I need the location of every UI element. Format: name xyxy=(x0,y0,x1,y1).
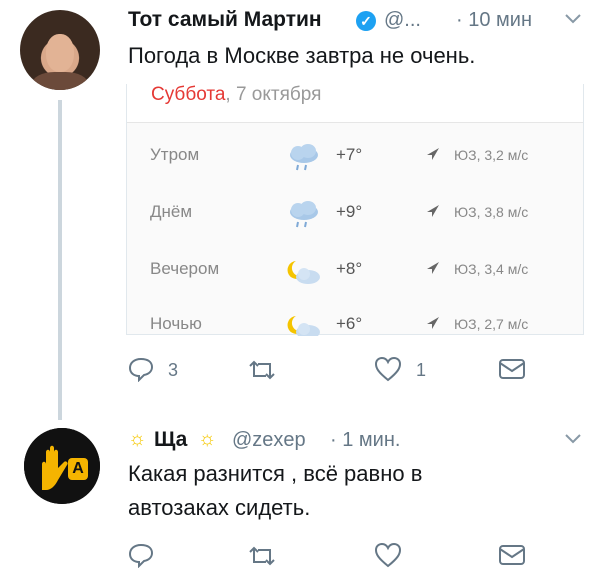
weather-row-day: Днём +9° ЮЗ, 3,8 м/с xyxy=(126,200,582,232)
row-wind: ЮЗ, 3,8 м/с xyxy=(454,204,529,220)
sun-icon: ☼ xyxy=(198,428,217,450)
row-wind: ЮЗ, 2,7 м/с xyxy=(454,316,529,332)
envelope-icon xyxy=(499,359,525,379)
reply-button[interactable] xyxy=(128,356,154,387)
rain-cloud-icon xyxy=(286,200,322,230)
hand-stop-icon xyxy=(24,428,100,504)
retweet-icon xyxy=(249,360,275,380)
avatar-badge: A xyxy=(72,460,84,477)
card-day: Суббота xyxy=(151,84,226,105)
row-label: Днём xyxy=(150,202,193,221)
author-name-2[interactable]: Ща xyxy=(154,428,187,452)
thread-line xyxy=(58,100,62,420)
heart-icon xyxy=(374,356,402,382)
tweet-text-line-2: автозаках сидеть. xyxy=(128,495,311,520)
like-count: 1 xyxy=(416,360,427,380)
row-temp: +7° xyxy=(336,145,363,164)
reply-button-2[interactable] xyxy=(128,542,154,573)
avatar-face xyxy=(46,34,74,72)
direct-message-button-2[interactable] xyxy=(498,544,526,571)
tweet-text: Погода в Москве завтра не очень. xyxy=(128,43,476,68)
author-avatar-2[interactable]: A xyxy=(24,428,100,504)
heart-icon xyxy=(374,542,402,568)
reply-icon xyxy=(128,543,154,569)
row-temp: +8° xyxy=(336,259,363,278)
weather-row-morning: Утром +7° ЮЗ, 3,2 м/с xyxy=(126,143,582,175)
tweet-text-line-1: Какая разнится , всё равно в xyxy=(128,461,423,486)
wind-direction-icon xyxy=(426,316,440,333)
chevron-down-icon[interactable] xyxy=(564,12,582,30)
avatar-shirt xyxy=(32,72,88,90)
weather-row-evening: Вечером +8° ЮЗ, 3,4 м/с xyxy=(126,259,582,289)
wind-direction-icon xyxy=(426,204,440,221)
moon-cloud-icon xyxy=(286,257,322,287)
wind-direction-icon xyxy=(426,261,440,278)
chevron-down-icon[interactable] xyxy=(564,432,582,450)
retweet-button[interactable] xyxy=(246,358,278,387)
reply-count: 3 xyxy=(168,360,179,380)
row-wind: ЮЗ, 3,2 м/с xyxy=(454,147,529,163)
sun-icon: ☼ xyxy=(128,428,147,450)
card-date: Суббота, 7 октября xyxy=(151,84,321,106)
moon-cloud-icon xyxy=(286,314,322,336)
wind-direction-icon xyxy=(426,147,440,164)
weather-row-night: Ночью +6° ЮЗ, 2,7 м/с xyxy=(126,314,582,336)
row-wind: ЮЗ, 3,4 м/с xyxy=(454,261,529,277)
direct-message-button[interactable] xyxy=(498,358,526,385)
author-handle-2[interactable]: @zexep xyxy=(232,429,306,452)
card-date-text: , 7 октября xyxy=(225,84,322,105)
reply-icon xyxy=(128,357,154,383)
author-handle[interactable]: @... xyxy=(384,9,421,32)
like-button-2[interactable] xyxy=(374,542,402,573)
envelope-icon xyxy=(499,545,525,565)
row-label: Ночью xyxy=(150,314,202,333)
tweet-time[interactable]: · 10 мин xyxy=(456,9,532,32)
row-temp: +9° xyxy=(336,202,363,221)
verified-icon: ✓ xyxy=(356,11,376,31)
row-label: Вечером xyxy=(150,259,220,278)
retweet-icon xyxy=(249,546,275,566)
author-avatar[interactable] xyxy=(20,10,100,90)
retweet-button-2[interactable] xyxy=(246,544,278,573)
rain-cloud-icon xyxy=(286,143,322,173)
row-temp: +6° xyxy=(336,314,363,333)
row-label: Утром xyxy=(150,145,200,164)
like-button[interactable] xyxy=(374,356,402,387)
author-name[interactable]: Тот самый Мартин xyxy=(128,8,322,32)
tweet-time-2[interactable]: · 1 мин. xyxy=(330,429,400,452)
